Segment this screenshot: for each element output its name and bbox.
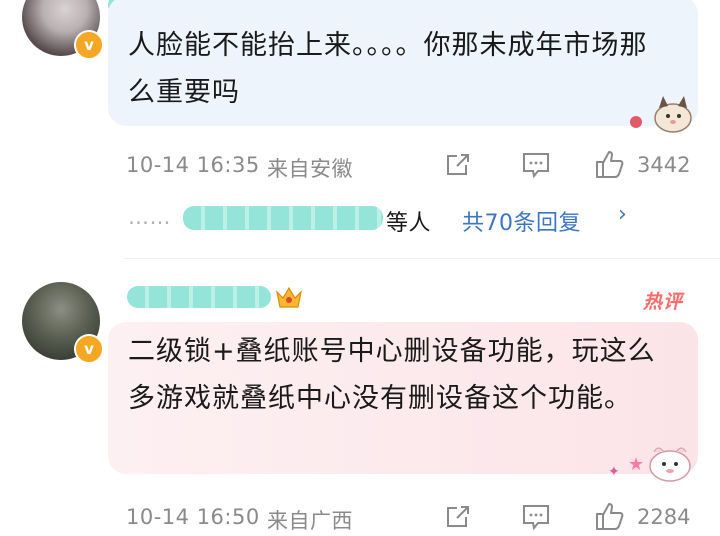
like-count: 3442 bbox=[637, 153, 691, 177]
comment-text: 二级锁+叠纸账号中心删设备功能，玩这么多游戏就叠纸中心没有删设备这个功能。 bbox=[128, 336, 656, 414]
like-icon[interactable] bbox=[594, 148, 626, 180]
view-replies-link[interactable]: 共70条回复 bbox=[462, 205, 581, 237]
cat-sticker-icon bbox=[630, 96, 692, 133]
replies-suffix: 等人 bbox=[386, 211, 432, 236]
svg-text:★: ★ bbox=[628, 454, 644, 475]
verified-badge: v bbox=[74, 334, 104, 364]
like-count: 2284 bbox=[637, 505, 691, 529]
comment-icon[interactable] bbox=[521, 503, 551, 531]
verified-badge: v bbox=[74, 30, 104, 60]
reply-usernames-redacted bbox=[183, 206, 383, 230]
divider bbox=[124, 258, 720, 259]
hot-comment-tag: 热评 bbox=[643, 291, 684, 313]
comment-text: 人脸能不能抬上来。。。。你那未成年市场那么重要吗 bbox=[128, 30, 648, 108]
share-icon[interactable] bbox=[444, 151, 472, 179]
crown-icon bbox=[276, 286, 302, 308]
chevron-right-icon[interactable]: › bbox=[618, 202, 627, 227]
comment-location: 来自广西 bbox=[267, 509, 353, 533]
comment-icon[interactable] bbox=[521, 151, 551, 179]
cat-sticker-icon: ✦ ★ bbox=[608, 447, 691, 482]
comment-location: 来自安徽 bbox=[267, 157, 353, 181]
share-icon[interactable] bbox=[444, 503, 472, 531]
comment-date: 10-14 16:50 bbox=[126, 505, 260, 529]
comment-date: 10-14 16:35 bbox=[126, 153, 260, 177]
username-redacted[interactable] bbox=[127, 286, 271, 308]
replies-ellipsis: …… bbox=[128, 205, 171, 229]
svg-text:✦: ✦ bbox=[608, 464, 620, 480]
like-icon[interactable] bbox=[594, 500, 626, 532]
